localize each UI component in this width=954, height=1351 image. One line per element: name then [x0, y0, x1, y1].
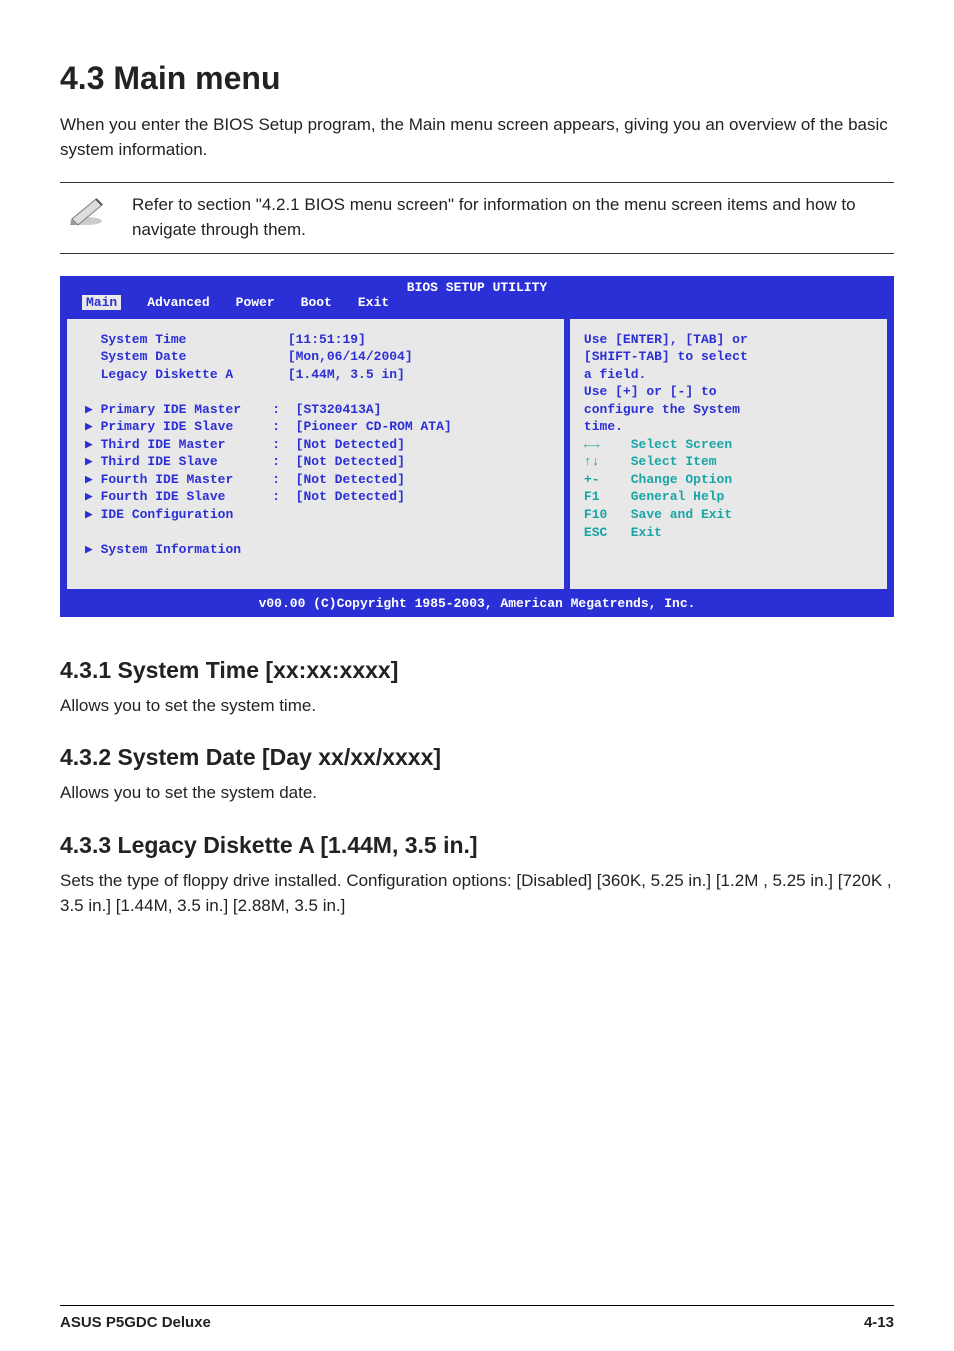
note-box: Refer to section "4.2.1 BIOS menu screen…	[60, 182, 894, 253]
bios-menu-advanced[interactable]: Advanced	[147, 295, 209, 310]
bios-menu-power[interactable]: Power	[236, 295, 275, 310]
page-footer: ASUS P5GDC Deluxe 4-13	[60, 1305, 894, 1331]
bios-header: BIOS SETUP UTILITY	[62, 278, 892, 295]
subsection-433-title: 4.3.3 Legacy Diskette A [1.44M, 3.5 in.]	[60, 832, 894, 859]
subsection-432-text: Allows you to set the system date.	[60, 781, 894, 806]
subsection-431-text: Allows you to set the system time.	[60, 694, 894, 719]
bios-left-panel: System Time [11:51:19] System Date [Mon,…	[66, 318, 565, 590]
bios-menu-main[interactable]: Main	[82, 295, 121, 310]
subsection-433-text: Sets the type of floppy drive installed.…	[60, 869, 894, 918]
footer-page-number: 4-13	[864, 1314, 894, 1331]
bios-screenshot: BIOS SETUP UTILITY Main Advanced Power B…	[60, 276, 894, 617]
section-title: 4.3 Main menu	[60, 60, 894, 97]
bios-right-panel: Use [ENTER], [TAB] or[SHIFT-TAB] to sele…	[569, 318, 888, 590]
intro-paragraph: When you enter the BIOS Setup program, t…	[60, 113, 894, 162]
pencil-icon	[64, 193, 112, 227]
subsection-431-title: 4.3.1 System Time [xx:xx:xxxx]	[60, 657, 894, 684]
subsection-432-title: 4.3.2 System Date [Day xx/xx/xxxx]	[60, 744, 894, 771]
footer-product: ASUS P5GDC Deluxe	[60, 1314, 211, 1331]
bios-menubar: Main Advanced Power Boot Exit	[62, 295, 892, 314]
bios-menu-exit[interactable]: Exit	[358, 295, 389, 310]
bios-footer: v00.00 (C)Copyright 1985-2003, American …	[62, 594, 892, 615]
note-text: Refer to section "4.2.1 BIOS menu screen…	[132, 193, 890, 242]
bios-menu-boot[interactable]: Boot	[301, 295, 332, 310]
